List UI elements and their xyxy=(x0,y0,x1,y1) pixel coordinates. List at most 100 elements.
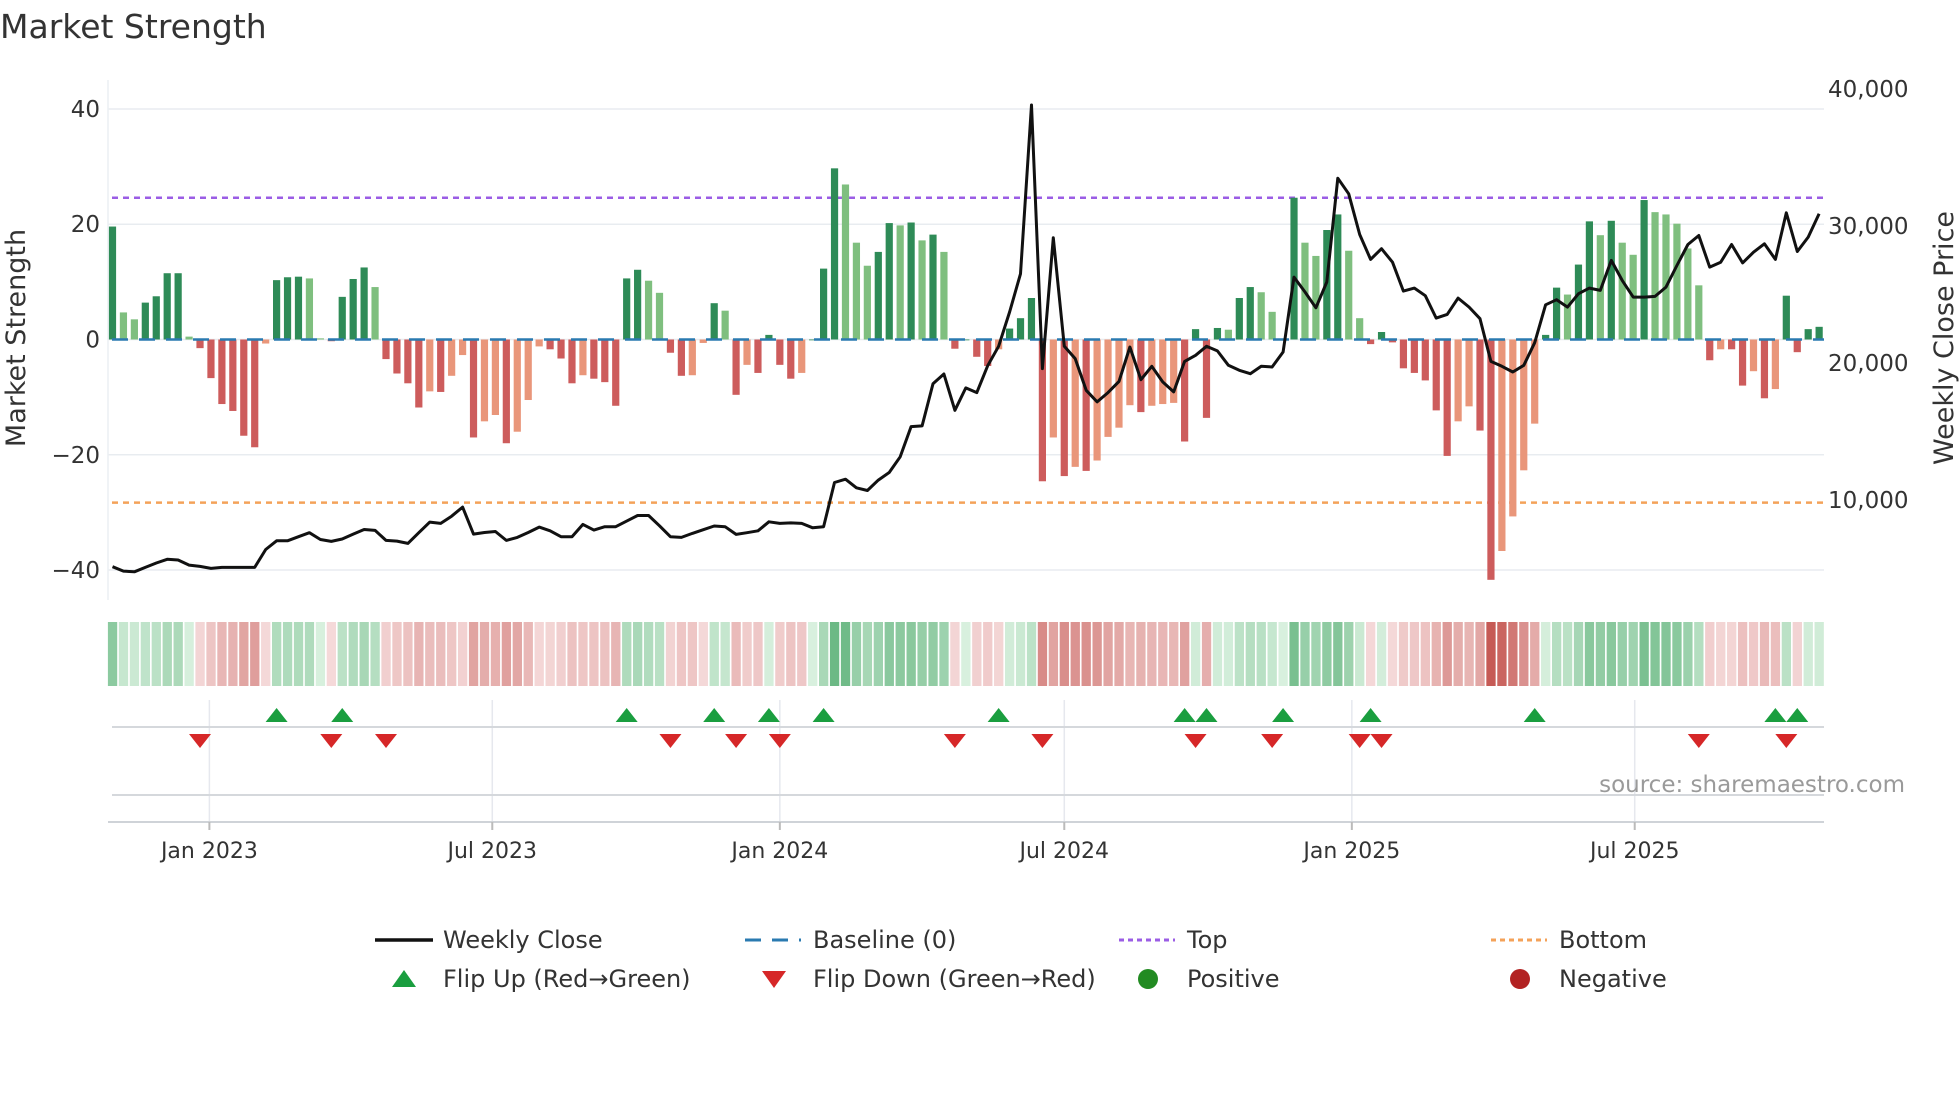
source-credit: source: sharemaestro.com xyxy=(1599,772,1905,798)
y2-tick-label: 10,000 xyxy=(1828,488,1908,514)
strip-cell xyxy=(1125,622,1135,686)
strip-cell xyxy=(829,622,840,686)
strength-bar xyxy=(1804,329,1812,340)
flip-up-marker xyxy=(1764,708,1787,722)
strip-cell xyxy=(622,622,632,686)
strip-cell xyxy=(633,622,643,686)
strip-cell xyxy=(239,622,249,686)
strength-bar xyxy=(1082,339,1090,471)
strip-cell xyxy=(1289,622,1299,686)
strip-cell xyxy=(1212,622,1223,686)
x-tick-label: Jan 2023 xyxy=(159,839,258,864)
strip-cell xyxy=(184,622,194,686)
strip-cell xyxy=(1486,622,1496,686)
y2-tick-label: 30,000 xyxy=(1828,214,1908,240)
strip-cell xyxy=(348,622,358,686)
strip-cell xyxy=(1333,622,1343,686)
flip-down-marker xyxy=(375,734,397,748)
flip-down-marker xyxy=(1775,734,1798,748)
strip-cell xyxy=(1716,622,1726,686)
strip-cell xyxy=(1748,622,1759,686)
x-tick-label: Jul 2024 xyxy=(1018,839,1110,864)
strength-bar xyxy=(305,278,314,340)
triangle-up-icon xyxy=(392,970,416,987)
y-tick-label: −40 xyxy=(51,558,100,584)
strip-cell xyxy=(1551,622,1562,686)
strip-cell xyxy=(1541,622,1551,686)
strip-cell xyxy=(1420,622,1430,686)
strip-cell xyxy=(381,622,391,686)
strip-cell xyxy=(862,622,873,686)
strength-bar xyxy=(1268,311,1276,340)
strip-cell xyxy=(1376,622,1387,686)
strip-cell xyxy=(753,622,763,686)
strip-cell xyxy=(1190,622,1201,686)
reference-lines xyxy=(112,196,1824,504)
strip-cell xyxy=(1737,622,1748,686)
strip-cell xyxy=(1048,622,1059,686)
strength-bar xyxy=(404,339,412,384)
strength-bar xyxy=(1235,298,1243,340)
strip-cell xyxy=(1453,622,1463,686)
strip-cell xyxy=(512,622,522,686)
strip-cell xyxy=(217,622,227,686)
flip-up-marker xyxy=(812,708,835,722)
strip-cell xyxy=(1694,622,1704,686)
strength-bars xyxy=(108,168,1823,580)
strip-cell xyxy=(1355,622,1365,686)
strength-bar xyxy=(1246,287,1254,340)
strength-bar xyxy=(1213,327,1222,340)
strength-bar xyxy=(699,339,707,343)
strip-cell xyxy=(1004,622,1015,686)
strength-bar xyxy=(918,240,926,340)
strip-cell xyxy=(1037,622,1048,686)
strip-cell xyxy=(1464,622,1474,686)
strip-cell xyxy=(1026,622,1037,686)
strip-cell xyxy=(403,622,413,686)
flip-markers xyxy=(112,708,1824,796)
strength-bar xyxy=(283,277,292,340)
strip-cell xyxy=(545,622,555,686)
strength-bar xyxy=(885,223,893,340)
strength-bar xyxy=(1552,287,1561,340)
strip-cell xyxy=(873,622,883,686)
strength-bar xyxy=(437,339,445,392)
strength-bar xyxy=(130,319,138,340)
strip-cell xyxy=(972,622,982,686)
legend-label: Flip Down (Green→Red) xyxy=(813,965,1096,993)
strength-bar xyxy=(1148,339,1156,406)
strength-bar xyxy=(655,292,664,340)
flip-up-marker xyxy=(757,708,780,722)
strip-cell xyxy=(304,622,315,686)
flip-up-marker xyxy=(265,708,288,722)
strip-cell xyxy=(1311,622,1321,686)
strength-bar xyxy=(1005,328,1014,340)
strip-cell xyxy=(600,622,610,686)
strength-bar xyxy=(951,339,959,349)
strip-cell xyxy=(1759,622,1770,686)
strength-bar xyxy=(743,339,751,365)
strength-bar xyxy=(535,339,543,347)
strength-bar xyxy=(1312,255,1320,340)
strip-cell xyxy=(589,622,599,686)
strip-cell xyxy=(884,622,894,686)
strip-cell xyxy=(1256,622,1266,686)
strength-bar xyxy=(1728,339,1736,350)
strip-cell xyxy=(1322,622,1332,686)
strip-cell xyxy=(1344,622,1354,686)
strength-bar xyxy=(863,265,871,340)
strip-cell xyxy=(928,622,938,686)
strength-bar xyxy=(1356,318,1364,340)
strength-bar xyxy=(874,251,882,340)
strip-cell xyxy=(501,622,512,686)
strip-cell xyxy=(840,622,851,686)
flip-down-marker xyxy=(189,734,212,748)
strength-bar xyxy=(1651,212,1659,340)
strip-cell xyxy=(282,622,293,686)
strip-cell xyxy=(436,622,446,686)
strength-bar xyxy=(1465,339,1473,407)
circle-red-icon xyxy=(1510,969,1530,989)
strip-cell xyxy=(1497,622,1507,686)
strip-cell xyxy=(1562,622,1573,686)
legend: Weekly Close Baseline (0) Top Bottom Flip Up… xyxy=(375,926,1667,993)
